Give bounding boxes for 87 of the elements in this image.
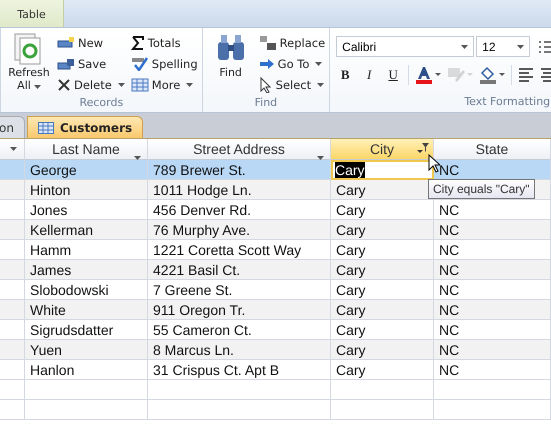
column-menu-icon (10, 147, 17, 151)
table-cell: Hanlon (25, 360, 148, 380)
dropdown-icon (315, 62, 322, 66)
table-cell: 76 Murphy Ave. (148, 220, 331, 240)
table-cell: Cary (331, 260, 434, 280)
font-name-field[interactable]: Calibri (336, 36, 474, 57)
ribbon-button[interactable]: Replace (258, 32, 326, 53)
empty-cell (0, 380, 25, 400)
table-cell: 4221 Basil Ct. (148, 260, 331, 280)
ribbon-button[interactable]: Totals (130, 32, 198, 53)
empty-cell (0, 400, 25, 420)
highlight-icon[interactable] (447, 66, 474, 84)
sigma-icon (130, 36, 145, 50)
table-cell: 31 Crispus Ct. Apt B (148, 360, 331, 380)
format-button[interactable]: I (360, 65, 378, 85)
table-cell: Cary (331, 340, 434, 360)
dropdown-icon (461, 44, 468, 48)
dropdown-icon (118, 82, 125, 86)
table-cell: Cary (331, 180, 434, 200)
find-button[interactable]: Find (206, 32, 255, 96)
row-selector[interactable] (0, 340, 25, 360)
table-cell: NC (434, 340, 551, 360)
ribbon-button[interactable]: New (57, 32, 125, 53)
dropdown-icon (517, 44, 524, 48)
row-selector[interactable] (0, 220, 25, 240)
font-color-icon[interactable] (415, 66, 442, 84)
table-cell: NC (434, 260, 551, 280)
dropdown-icon (186, 82, 194, 86)
table-cell: Hinton (25, 180, 148, 200)
table-icon (130, 78, 149, 92)
column-header[interactable]: City (331, 139, 434, 160)
row-selector[interactable] (0, 160, 25, 180)
table-cell: NC (434, 220, 551, 240)
table-cell: Cary (331, 300, 434, 320)
group-label: Records (78, 96, 124, 111)
table-cell: 1011 Hodge Ln. (148, 180, 331, 200)
table-cell: 789 Brewer St. (148, 160, 331, 180)
row-selector[interactable] (0, 260, 25, 280)
table-cell: NC (434, 360, 551, 380)
table-cell: George (25, 160, 148, 180)
group-label: Find (254, 96, 278, 111)
ribbon-button[interactable]: Save (57, 53, 125, 74)
row-selector[interactable] (0, 300, 25, 320)
table-icon (38, 122, 54, 134)
ribbon-button[interactable]: More (130, 74, 198, 95)
mouse-pointer-icon (428, 154, 440, 173)
table-cell: White (25, 300, 148, 320)
row-selector[interactable] (0, 180, 25, 200)
right-arrow-icon (258, 58, 275, 70)
table-cell: 8 Marcus Ln. (148, 340, 331, 360)
ribbon-button[interactable]: Delete (57, 74, 125, 95)
replace-icon (258, 34, 277, 50)
group-label: Text Formatting (463, 95, 551, 110)
format-button[interactable]: B (336, 65, 354, 85)
save-record-icon (57, 56, 75, 70)
table-cell: James (25, 260, 148, 280)
delete-icon (57, 78, 71, 92)
table-cell: Yuen (25, 340, 148, 360)
table-cell: NC (434, 300, 551, 320)
new-record-icon (57, 36, 75, 50)
ribbon-button[interactable]: Select (258, 74, 326, 95)
column-header[interactable]: State (434, 139, 551, 160)
refresh-all-button[interactable]: Refresh All (5, 32, 53, 96)
row-selector[interactable] (0, 360, 25, 380)
spell-check-icon (130, 56, 149, 70)
dropdown-icon (317, 82, 324, 86)
bullets-icon[interactable] (538, 40, 551, 54)
table-cell: Kellerman (25, 220, 148, 240)
table-cell: Cary (331, 360, 434, 380)
column-header[interactable]: Last Name (25, 139, 148, 160)
format-button[interactable]: U (384, 65, 402, 85)
document-tab[interactable]: Customers (26, 116, 144, 138)
table-cell: NC (434, 160, 551, 180)
dropdown-icon (34, 85, 41, 89)
ribbon-button[interactable]: Go To (258, 53, 326, 74)
pointer-icon (258, 76, 273, 92)
tooltip: City equals "Cary" (428, 179, 535, 199)
filter-icon[interactable] (417, 143, 429, 154)
font-size-field[interactable]: 12 (476, 36, 530, 57)
fill-color-icon[interactable] (479, 66, 506, 84)
ribbon-button[interactable]: Spelling (130, 53, 198, 74)
table-cell: Cary (331, 220, 434, 240)
column-header[interactable]: Street Address (148, 139, 331, 160)
align-left-icon[interactable] (518, 68, 534, 82)
table-cell: 911 Oregon Tr. (148, 300, 331, 320)
document-tab[interactable]: on (0, 116, 25, 138)
table-cell: Cary (331, 160, 434, 180)
